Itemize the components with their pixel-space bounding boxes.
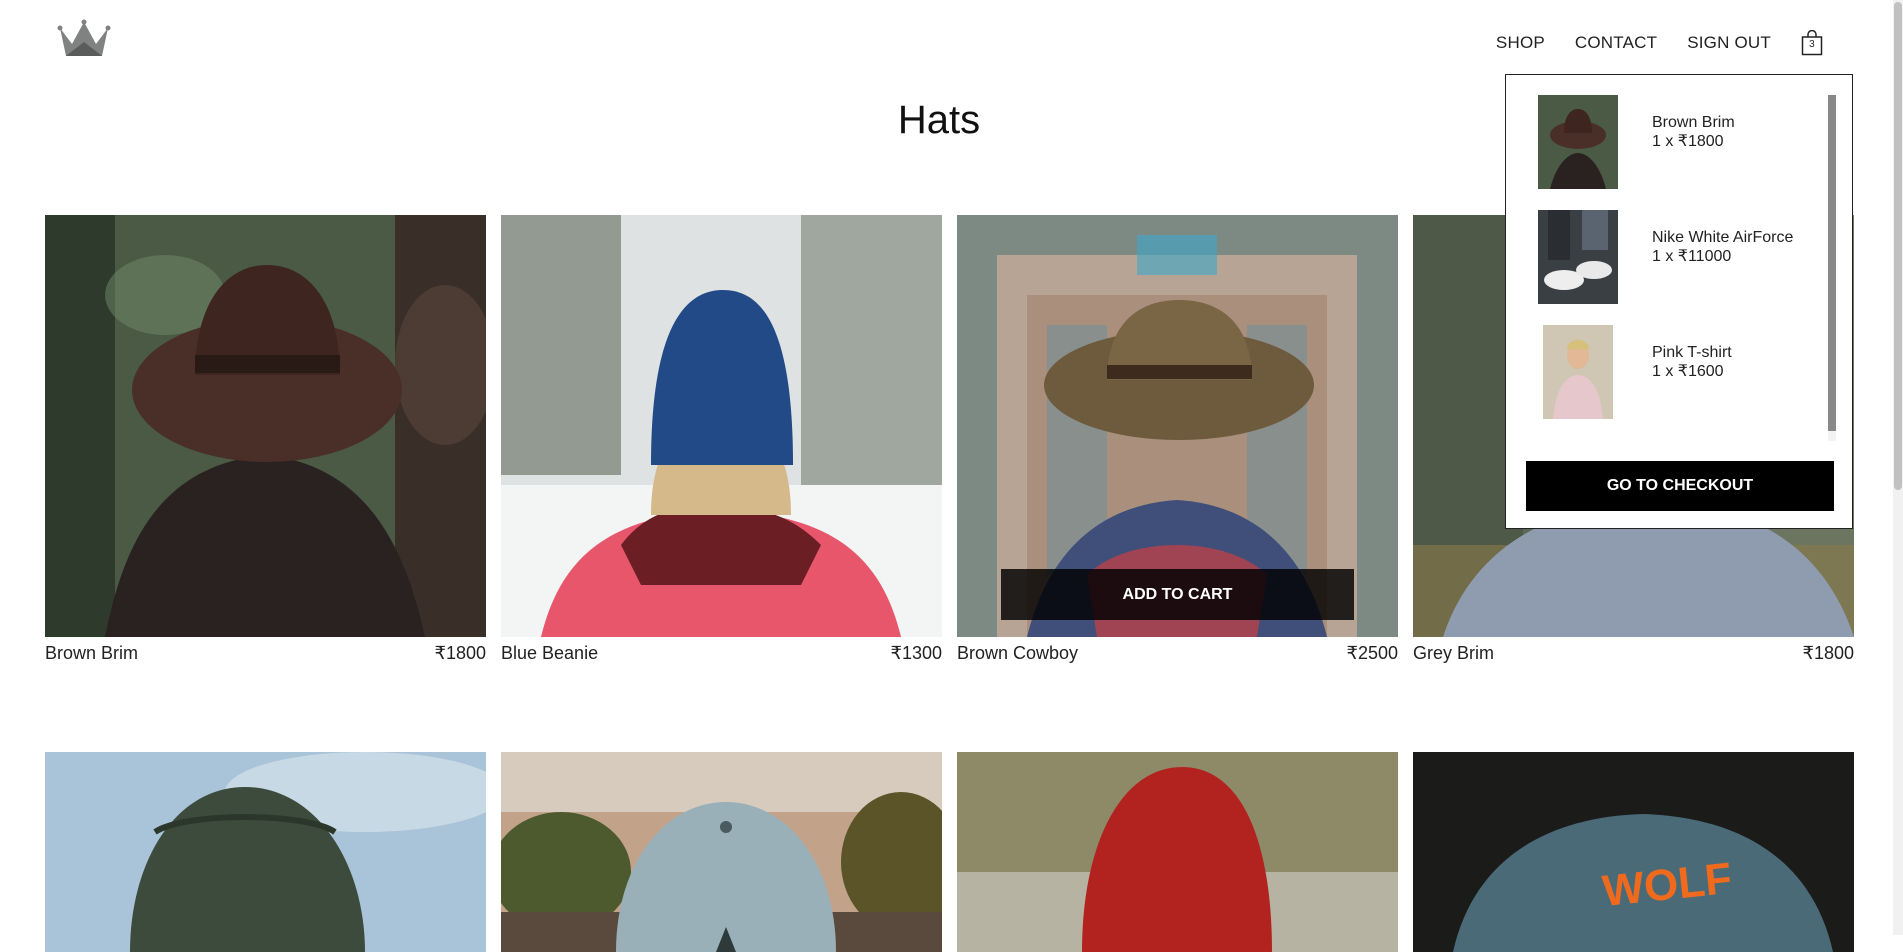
product-card[interactable] [501,752,942,952]
add-to-cart-button[interactable]: ADD TO CART [1001,569,1354,620]
nav-shop-link[interactable]: SHOP [1496,33,1545,53]
cart-icon[interactable]: 3 [1801,30,1823,56]
cart-item: Pink T-shirt 1 x ₹1600 [1526,325,1826,435]
page-scrollbar[interactable] [1893,0,1903,935]
product-card[interactable]: WOLF [1413,752,1854,952]
product-card[interactable]: Blue Beanie ₹1300 [501,215,942,677]
product-card[interactable]: Brown Brim ₹1800 [45,215,486,677]
cart-item-image [1538,95,1618,189]
cart-scrollbar[interactable] [1828,95,1836,441]
cart-item-qty-price: 1 x ₹1800 [1652,133,1724,150]
cart-item-image [1538,210,1618,304]
product-name: Brown Brim [45,643,139,663]
product-price: ₹1300 [890,643,943,663]
product-name: Grey Brim [1413,643,1494,663]
cart-scrollbar-thumb[interactable] [1828,95,1836,431]
cart-dropdown: Brown Brim 1 x ₹1800 Nike White AirForce… [1505,74,1853,529]
main-nav: SHOP CONTACT SIGN OUT 3 [1496,30,1823,56]
nav-sign-out-link[interactable]: SIGN OUT [1687,33,1771,53]
cart-count: 3 [1809,39,1815,50]
cart-item-name: Brown Brim [1652,114,1735,131]
cart-items-list: Brown Brim 1 x ₹1800 Nike White AirForce… [1526,95,1826,435]
cart-item-name: Nike White AirForce [1652,229,1794,246]
nav-contact-link[interactable]: CONTACT [1575,33,1657,53]
cart-item: Brown Brim 1 x ₹1800 [1526,95,1826,210]
product-meta: Brown Cowboy ₹2500 [957,637,1398,677]
product-name: Brown Cowboy [957,643,1079,663]
brown-brim-photo[interactable] [45,215,486,637]
crown-logo-icon[interactable] [56,18,112,60]
green-beanie-photo[interactable] [45,752,486,952]
product-meta: Blue Beanie ₹1300 [501,637,942,677]
cart-item-qty-price: 1 x ₹1600 [1652,363,1724,380]
brown-cowboy-photo[interactable]: ADD TO CART [957,215,1398,637]
product-meta: Grey Brim ₹1800 [1413,637,1854,677]
palm-tree-cap-photo[interactable] [501,752,942,952]
product-card[interactable]: ADD TO CART Brown Cowboy ₹2500 [957,215,1398,677]
blue-beanie-photo[interactable] [501,215,942,637]
page-scrollbar-thumb[interactable] [1894,2,1902,490]
wolf-cap-photo[interactable]: WOLF [1413,752,1854,952]
product-price: ₹1800 [434,643,487,663]
cart-item: Nike White AirForce 1 x ₹11000 [1526,210,1826,325]
product-price: ₹1800 [1802,643,1855,663]
product-card[interactable] [45,752,486,952]
product-price: ₹2500 [1346,643,1399,663]
product-meta: Brown Brim ₹1800 [45,637,486,677]
cart-item-name: Pink T-shirt [1652,344,1732,361]
go-to-checkout-button[interactable]: GO TO CHECKOUT [1526,461,1834,511]
product-name: Blue Beanie [501,643,599,663]
red-beanie-photo[interactable] [957,752,1398,952]
cart-item-qty-price: 1 x ₹11000 [1652,248,1732,265]
product-card[interactable] [957,752,1398,952]
cart-item-image [1538,325,1618,419]
